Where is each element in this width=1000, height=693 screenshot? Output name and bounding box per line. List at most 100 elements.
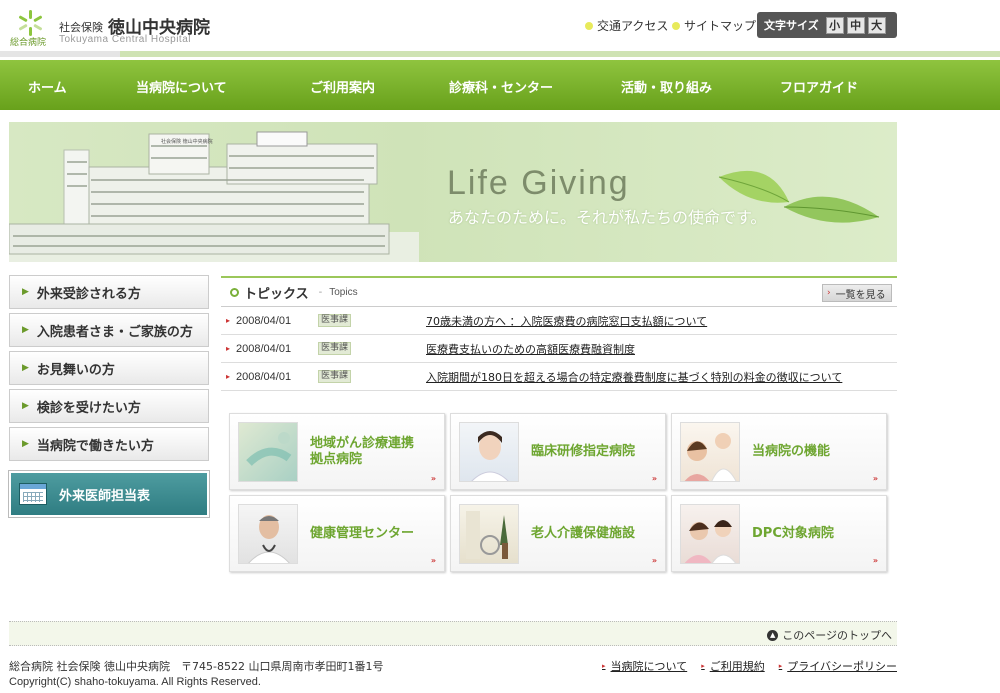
footer-address: 総合病院 社会保険 徳山中央病院 〒745-8522 山口県周南市孝田町1番1号 bbox=[9, 660, 384, 673]
nav-item-floor-guide[interactable]: フロアガイド bbox=[780, 77, 858, 96]
topic-category-badge: 医事課 bbox=[318, 370, 352, 383]
footer-link-about[interactable]: ▸ 当病院について bbox=[602, 658, 687, 674]
topics-section: トピックス - Topics › 一覧を見る ▸ 2008/04/01 医事課 … bbox=[221, 276, 897, 391]
chevron-right-icon: › bbox=[827, 288, 831, 298]
font-size-label: 文字サイズ bbox=[764, 19, 819, 32]
staff-photo bbox=[680, 422, 740, 482]
arrow-right-icon: ▶ bbox=[22, 363, 29, 373]
side-menu-inpatient[interactable]: ▶ 入院患者さま・ご家族の方 bbox=[9, 313, 209, 347]
side-menu-label: 検診を受けたい方 bbox=[36, 400, 141, 416]
arrow-right-icon: ▶ bbox=[22, 287, 29, 297]
double-chevron-icon: » bbox=[430, 474, 436, 483]
topics-header: トピックス - Topics › 一覧を見る bbox=[221, 276, 897, 307]
brand-english-name: Tokuyama Central Hospital bbox=[59, 34, 191, 45]
side-menu-outpatient[interactable]: ▶ 外来受診される方 bbox=[9, 275, 209, 309]
font-size-large-button[interactable]: 大 bbox=[867, 16, 886, 34]
header-divider bbox=[0, 51, 1000, 57]
footer-copyright: Copyright(C) shaho-tokuyama. All Rights … bbox=[9, 676, 261, 688]
banner-elderly-care[interactable]: 老人介護保健施設 » bbox=[450, 495, 666, 572]
global-nav: ホーム 当病院について ご利用案内 診療科・センター 活動・取り組み フロアガイ… bbox=[0, 60, 1000, 110]
topic-date: 2008/04/01 bbox=[236, 342, 292, 355]
nurse-photo bbox=[459, 422, 519, 482]
arrow-right-icon: ▶ bbox=[22, 439, 29, 449]
side-menu-label: 当病院で働きたい方 bbox=[36, 438, 154, 454]
view-all-button[interactable]: › 一覧を見る bbox=[822, 284, 892, 302]
topic-link[interactable]: 医療費支払いのための高額医療費融資制度 bbox=[426, 341, 635, 357]
banner-label: 老人介護保健施設 bbox=[531, 525, 636, 541]
bullet-icon: ▸ bbox=[778, 662, 783, 670]
nav-item-guide[interactable]: ご利用案内 bbox=[310, 77, 375, 96]
hero-title: Life Giving bbox=[447, 164, 630, 202]
brand-subtitle: 社会保険 bbox=[59, 21, 103, 34]
back-to-top-label: このページのトップへ bbox=[782, 629, 892, 642]
double-chevron-icon: » bbox=[430, 556, 436, 565]
sitemap-label: サイトマップ bbox=[684, 19, 757, 33]
doctor-photo bbox=[238, 504, 298, 564]
hospital-building-image: 社会保険 徳山中央病院 bbox=[9, 131, 419, 262]
font-size-medium-button[interactable]: 中 bbox=[846, 16, 865, 34]
banner-dpc-hospital[interactable]: DPC対象病院 » bbox=[671, 495, 887, 572]
banner-cancer-center[interactable]: 地域がん診療連携 拠点病院 » bbox=[229, 413, 445, 490]
svg-text:社会保険 徳山中央病院: 社会保険 徳山中央病院 bbox=[161, 138, 213, 145]
arrow-right-icon: ▶ bbox=[22, 401, 29, 411]
cancer-center-photo bbox=[238, 422, 298, 482]
footer-links: ▸ 当病院について ▸ ご利用規約 ▸ プライバシーポリシー bbox=[588, 658, 897, 674]
bullet-dot-icon bbox=[585, 21, 593, 30]
font-size-switcher: 文字サイズ 小 中 大 bbox=[757, 12, 897, 38]
banner-label: 臨床研修指定病院 bbox=[531, 443, 636, 459]
access-link[interactable]: 交通アクセス bbox=[585, 17, 668, 34]
topic-category-badge: 医事課 bbox=[318, 342, 352, 355]
double-chevron-icon: » bbox=[651, 556, 657, 565]
banner-hospital-functions[interactable]: 当病院の機能 » bbox=[671, 413, 887, 490]
banner-label: DPC対象病院 bbox=[752, 525, 834, 541]
up-arrow-icon: ▲ bbox=[767, 629, 779, 641]
access-label: 交通アクセス bbox=[597, 19, 669, 33]
topic-row: ▸ 2008/04/01 医事課 70歳未満の方へ ：入院医療費の病院窓口支払額… bbox=[221, 307, 897, 335]
side-menu-label: 入院患者さま・ご家族の方 bbox=[36, 324, 193, 340]
side-menu-label: 外来受診される方 bbox=[36, 286, 141, 302]
care-facility-photo bbox=[459, 504, 519, 564]
nav-item-about[interactable]: 当病院について bbox=[136, 77, 227, 96]
nav-item-home[interactable]: ホーム bbox=[28, 77, 67, 96]
font-size-small-button[interactable]: 小 bbox=[825, 16, 844, 34]
bullet-icon: ▸ bbox=[226, 344, 231, 353]
circle-bullet-icon bbox=[230, 287, 239, 297]
side-menu-visitors[interactable]: ▶ お見舞いの方 bbox=[9, 351, 209, 385]
nurses-photo bbox=[680, 504, 740, 564]
topic-row: ▸ 2008/04/01 医事課 入院期間が180日を超える場合の特定療養費制度… bbox=[221, 363, 897, 391]
banner-clinical-training[interactable]: 臨床研修指定病院 » bbox=[450, 413, 666, 490]
hospital-logo-icon[interactable]: 総合病院 bbox=[10, 8, 50, 48]
side-menu-label: お見舞いの方 bbox=[36, 362, 115, 378]
banner-label: 地域がん診療連携 拠点病院 bbox=[310, 435, 415, 467]
page-top-bar: ▲ このページのトップへ bbox=[9, 621, 897, 646]
topic-date: 2008/04/01 bbox=[236, 370, 292, 383]
sitemap-link[interactable]: サイトマップ bbox=[672, 17, 756, 34]
doctor-schedule-label: 外来医師担当表 bbox=[59, 488, 151, 504]
double-chevron-icon: » bbox=[872, 556, 878, 565]
side-menu-careers[interactable]: ▶ 当病院で働きたい方 bbox=[9, 427, 209, 461]
double-chevron-icon: » bbox=[651, 474, 657, 483]
nav-item-activities[interactable]: 活動・取り組み bbox=[621, 77, 712, 96]
topics-title-en: Topics bbox=[329, 286, 358, 298]
footer-link-privacy[interactable]: ▸ プライバシーポリシー bbox=[779, 658, 897, 674]
banner-health-center[interactable]: 健康管理センター » bbox=[229, 495, 445, 572]
bullet-icon: ▸ bbox=[701, 662, 705, 670]
double-chevron-icon: » bbox=[872, 474, 878, 483]
side-menu-checkup[interactable]: ▶ 検診を受けたい方 bbox=[9, 389, 209, 423]
nav-item-departments[interactable]: 診療科・センター bbox=[449, 77, 553, 96]
site-header: 総合病院 社会保険 徳山中央病院 Tokuyama Central Hospit… bbox=[0, 0, 1000, 55]
back-to-top-link[interactable]: ▲ このページのトップへ bbox=[767, 627, 892, 643]
hero-banner: 社会保険 徳山中央病院 Life Giving あなたのために。それが私たちの使… bbox=[9, 122, 897, 262]
doctor-schedule-button[interactable]: 外来医師担当表 bbox=[8, 470, 210, 518]
footer-link-terms[interactable]: ▸ ご利用規約 bbox=[701, 658, 765, 674]
topic-link[interactable]: 入院期間が180日を超える場合の特定療養費制度に基づく特別の料金の徴収について bbox=[426, 369, 842, 385]
banner-label: 健康管理センター bbox=[310, 525, 415, 541]
topic-link[interactable]: 70歳未満の方へ ：入院医療費の病院窓口支払額について bbox=[426, 313, 707, 329]
banner-label: 当病院の機能 bbox=[752, 443, 831, 459]
logo-label: 総合病院 bbox=[10, 38, 47, 48]
view-all-label: 一覧を見る bbox=[835, 289, 886, 301]
topics-title: トピックス bbox=[244, 286, 309, 302]
bullet-dot-icon bbox=[672, 21, 680, 30]
bullet-icon: ▸ bbox=[226, 316, 231, 325]
topics-separator: - bbox=[318, 286, 323, 298]
